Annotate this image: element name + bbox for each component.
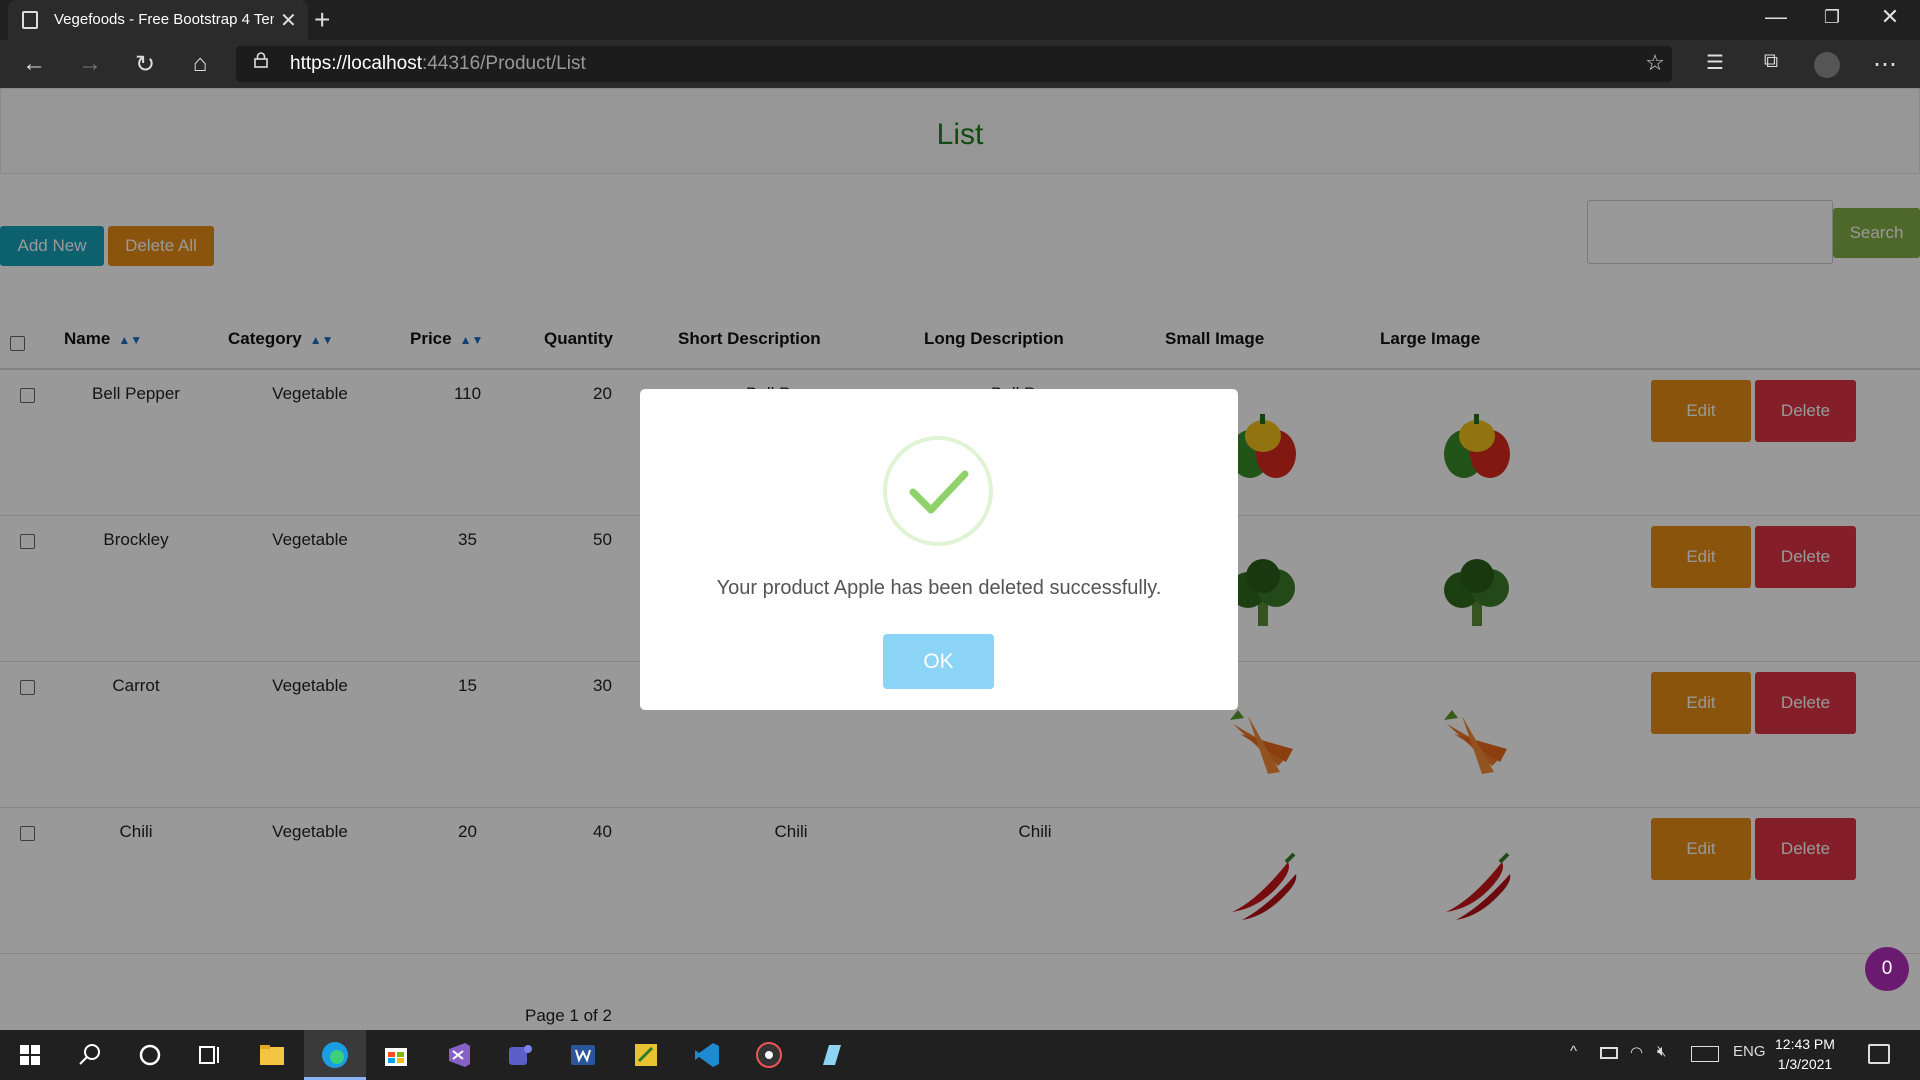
battery-icon[interactable] <box>1600 1047 1618 1059</box>
dialog-message: Your product Apple has been deleted succ… <box>716 577 1162 599</box>
notes-app-icon[interactable] <box>815 1039 847 1071</box>
favorite-star-icon[interactable]: ☆ <box>1640 50 1670 76</box>
file-explorer-icon[interactable] <box>256 1039 288 1071</box>
teams-icon[interactable] <box>504 1039 536 1071</box>
store-icon[interactable] <box>380 1039 412 1071</box>
language-indicator[interactable]: ENG <box>1733 1043 1766 1060</box>
task-view-icon[interactable] <box>194 1039 226 1071</box>
new-tab-icon[interactable]: + <box>314 4 330 36</box>
visual-studio-icon[interactable] <box>443 1039 475 1071</box>
system-clock[interactable]: 12:43 PM 1/3/2021 <box>1775 1034 1835 1074</box>
back-icon[interactable]: ← <box>19 50 49 78</box>
cart-count-badge[interactable]: 0 <box>1865 947 1909 991</box>
close-tab-icon[interactable]: ✕ <box>280 8 297 33</box>
profile-avatar[interactable] <box>1814 52 1840 78</box>
show-hidden-icons[interactable]: ^ <box>1570 1043 1577 1060</box>
browser-tab[interactable]: Vegefoods - Free Bootstrap 4 Template ✕ <box>8 0 308 40</box>
ok-button[interactable]: OK <box>883 634 994 689</box>
minimize-icon[interactable]: — <box>1756 4 1796 30</box>
forward-icon[interactable]: → <box>75 50 105 78</box>
favorites-list-icon[interactable]: ☰ <box>1700 50 1730 75</box>
clock-date: 1/3/2021 <box>1777 1056 1833 1072</box>
home-icon[interactable]: ⌂ <box>185 50 215 78</box>
sql-tool-icon[interactable] <box>630 1039 662 1071</box>
lock-icon <box>254 52 268 68</box>
url-text: https://localhost:44316/Product/List <box>290 53 586 74</box>
restore-icon[interactable]: ❐ <box>1812 7 1852 28</box>
network-icon[interactable]: ◠ <box>1630 1043 1643 1061</box>
page-icon <box>22 11 38 29</box>
cortana-icon[interactable] <box>134 1039 166 1071</box>
success-check-icon <box>883 436 993 546</box>
collections-icon[interactable]: ⧉ <box>1756 50 1786 73</box>
close-window-icon[interactable]: ✕ <box>1870 4 1910 30</box>
search-icon[interactable] <box>74 1039 106 1071</box>
success-dialog: Your product Apple has been deleted succ… <box>640 389 1238 710</box>
keyboard-icon[interactable] <box>1691 1046 1719 1062</box>
word-icon[interactable] <box>567 1039 599 1071</box>
media-player-icon[interactable] <box>753 1039 785 1071</box>
edge-browser-icon[interactable] <box>319 1039 351 1071</box>
more-menu-icon[interactable]: ⋯ <box>1870 50 1900 79</box>
notifications-icon[interactable] <box>1868 1044 1890 1064</box>
vscode-icon[interactable] <box>691 1039 723 1071</box>
refresh-icon[interactable]: ↻ <box>130 50 160 79</box>
address-bar[interactable]: https://localhost:44316/Product/List <box>236 46 1672 82</box>
volume-muted-icon[interactable]: 🔇︎ <box>1657 1043 1666 1060</box>
tab-title: Vegefoods - Free Bootstrap 4 Template <box>54 11 274 28</box>
windows-start-icon[interactable] <box>14 1039 46 1071</box>
clock-time: 12:43 PM <box>1775 1036 1835 1052</box>
